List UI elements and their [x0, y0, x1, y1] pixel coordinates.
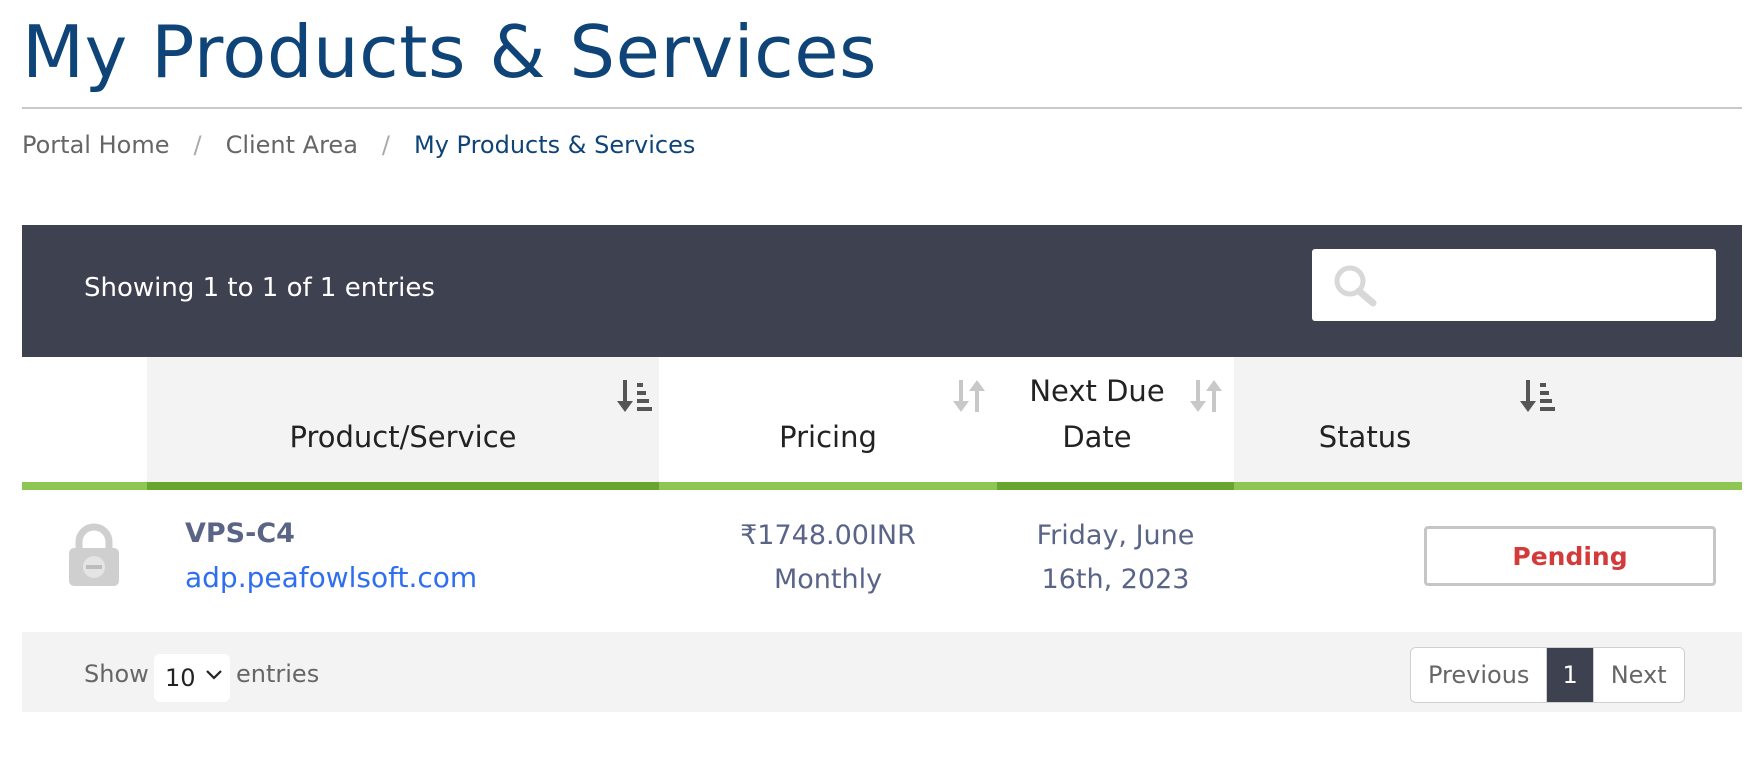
column-header-product[interactable]: Product/Service	[147, 357, 659, 490]
table-header: Product/Service Pricing Next Due Date St…	[22, 357, 1742, 490]
column-header-pricing[interactable]: Pricing	[659, 357, 997, 490]
product-name: VPS-C4	[185, 518, 295, 549]
show-label: Show	[84, 660, 149, 688]
column-label-product: Product/Service	[289, 420, 517, 454]
column-header-icon	[22, 357, 147, 490]
pagination-next-button[interactable]: Next	[1592, 648, 1684, 702]
table-row[interactable]: VPS-C4 adp.peafowlsoft.com ₹1748.00INR M…	[22, 490, 1742, 632]
product-domain-link[interactable]: adp.peafowlsoft.com	[185, 561, 477, 594]
sort-both-icon	[1190, 380, 1222, 412]
due-date-line1: Friday, June	[1036, 520, 1195, 551]
search-box[interactable]	[1312, 249, 1716, 323]
column-header-status[interactable]: Status	[1234, 357, 1742, 490]
breadcrumb-separator: /	[193, 131, 202, 159]
due-date-cell: Friday, June 16th, 2023	[997, 514, 1234, 602]
status-badge: Pending	[1424, 526, 1716, 586]
lock-icon	[69, 523, 119, 586]
sort-desc-icon	[1520, 380, 1555, 412]
pagination-page-1[interactable]: 1	[1547, 648, 1593, 702]
pagination: Previous 1 Next	[1410, 647, 1685, 703]
entries-info: Showing 1 to 1 of 1 entries	[84, 273, 435, 303]
table-toolbar: Showing 1 to 1 of 1 entries	[22, 225, 1742, 357]
page-title: My Products & Services	[22, 10, 878, 94]
search-icon	[1334, 265, 1377, 307]
breadcrumb: Portal Home / Client Area / My Products & Se…	[22, 131, 695, 159]
price-value: ₹1748.00INR	[740, 520, 916, 551]
breadcrumb-current: My Products & Services	[414, 131, 696, 159]
breadcrumb-portal-home[interactable]: Portal Home	[22, 131, 169, 159]
pagination-previous-button[interactable]: Previous	[1411, 648, 1548, 702]
billing-cycle: Monthly	[773, 564, 883, 595]
sort-both-icon	[953, 380, 985, 412]
chevron-down-icon	[206, 670, 222, 680]
column-label-status: Status	[1318, 420, 1412, 454]
pricing-cell: ₹1748.00INR Monthly	[659, 514, 997, 602]
column-header-due-date[interactable]: Next Due Date	[997, 357, 1234, 490]
breadcrumb-client-area[interactable]: Client Area	[226, 131, 358, 159]
table-footer: Show 10 entries Previous 1 Next	[22, 632, 1742, 712]
page-length-select[interactable]: 10	[154, 654, 230, 702]
column-label-due-date: Next Due Date	[1029, 374, 1165, 454]
sort-desc-icon	[617, 380, 652, 412]
entries-label: entries	[236, 660, 320, 688]
due-date-line2: 16th, 2023	[1041, 564, 1190, 595]
column-label-pricing: Pricing	[779, 420, 877, 454]
search-input[interactable]	[1382, 249, 1706, 323]
breadcrumb-separator: /	[381, 131, 390, 159]
page-length-value: 10	[165, 664, 196, 692]
title-divider	[22, 107, 1742, 109]
